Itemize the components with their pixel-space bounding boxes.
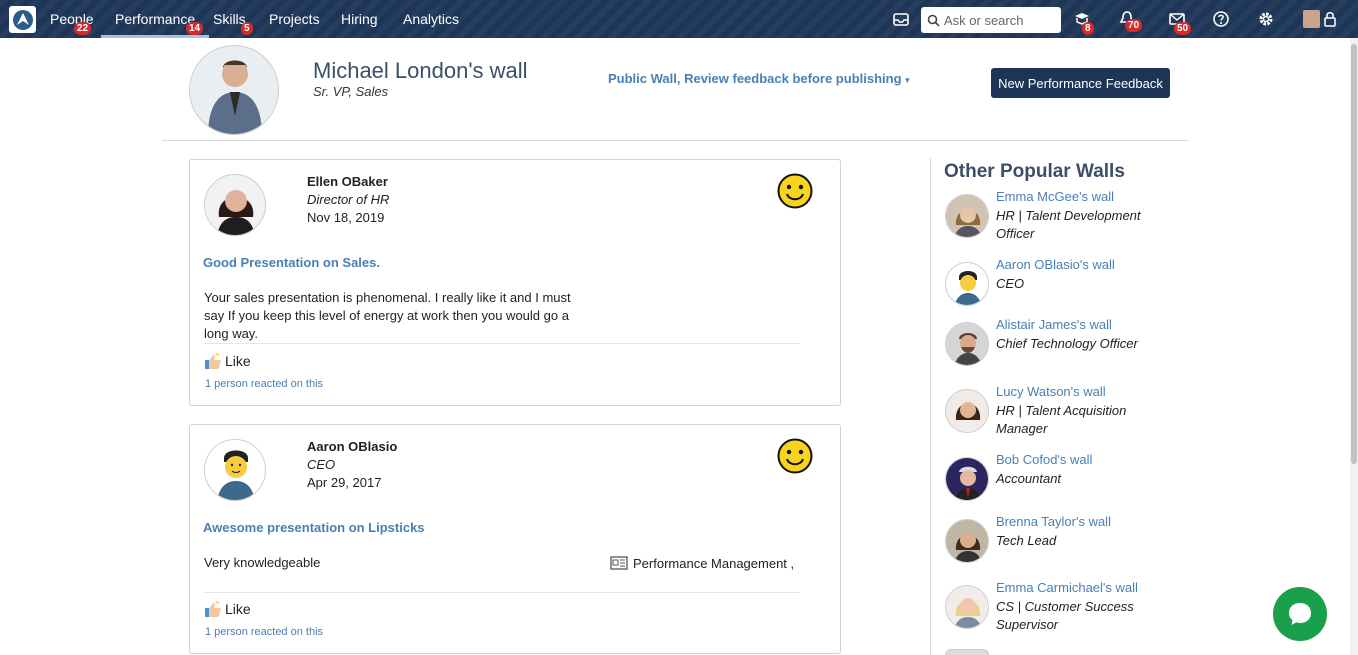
nav-hiring[interactable]: Hiring bbox=[341, 0, 378, 38]
wall-avatar bbox=[945, 519, 989, 563]
sidebar-title: Other Popular Walls bbox=[944, 161, 1125, 182]
inbox-icon[interactable] bbox=[892, 10, 910, 28]
wall-avatar bbox=[945, 585, 989, 629]
feedback-topic: Good Presentation on Sales. bbox=[203, 255, 380, 270]
wall-link[interactable]: Bob Cofod's wall bbox=[996, 452, 1092, 467]
wall-role: CS | Customer Success Supervisor bbox=[996, 599, 1134, 632]
reactions-link[interactable]: 1 person reacted on this bbox=[205, 378, 323, 390]
feedback-body: Very knowledgeable bbox=[204, 555, 321, 570]
wall-avatar bbox=[945, 322, 989, 366]
search-icon bbox=[927, 14, 940, 27]
nav-skills[interactable]: Skills bbox=[213, 0, 246, 38]
search-input[interactable] bbox=[944, 12, 1056, 28]
wall-link[interactable]: Lucy Watson's wall bbox=[996, 384, 1106, 399]
smiley-icon bbox=[777, 173, 813, 209]
caret-down-icon: ▾ bbox=[905, 75, 910, 85]
feedback-date: Apr 29, 2017 bbox=[307, 475, 382, 490]
gear-icon[interactable] bbox=[1257, 10, 1275, 28]
wall-role: Accountant bbox=[996, 471, 1062, 486]
wall-avatar bbox=[945, 262, 989, 306]
smiley-icon bbox=[777, 438, 813, 474]
wall-link[interactable]: Aaron OBlasio's wall bbox=[996, 257, 1115, 272]
wall-role: HR | Talent Development Officer bbox=[996, 208, 1141, 241]
divider bbox=[204, 343, 800, 344]
thumbs-up-icon bbox=[205, 352, 221, 369]
help-icon[interactable] bbox=[1212, 10, 1230, 28]
wall-role: CEO bbox=[996, 276, 1025, 291]
wall-link[interactable]: Brenna Taylor's wall bbox=[996, 514, 1111, 529]
author-avatar bbox=[204, 174, 266, 236]
scrollbar-thumb[interactable] bbox=[1351, 44, 1357, 464]
feedback-card: Ellen OBaker Director of HR Nov 18, 2019… bbox=[189, 159, 841, 406]
notifications-badge: 70 bbox=[1125, 19, 1143, 32]
learning-badge: 8 bbox=[1082, 22, 1094, 35]
profile-avatar bbox=[189, 45, 279, 135]
new-feedback-button[interactable]: New Performance Feedback bbox=[991, 68, 1170, 98]
people-badge: 22 bbox=[74, 22, 92, 35]
top-nav: People 22 Performance 14 Skills 5 Projec… bbox=[0, 0, 1358, 38]
wall-title: Michael London's wall bbox=[313, 58, 528, 83]
like-button[interactable]: Like bbox=[204, 352, 251, 370]
like-button[interactable]: Like bbox=[204, 600, 251, 618]
author-role: CEO bbox=[307, 457, 336, 472]
nav-analytics[interactable]: Analytics bbox=[403, 0, 459, 38]
like-label: Like bbox=[225, 601, 251, 617]
wall-link[interactable]: Emma Carmichael's wall bbox=[996, 580, 1138, 595]
wall-link[interactable]: Emma McGee's wall bbox=[996, 189, 1114, 204]
divider bbox=[204, 592, 800, 593]
feedback-card: Aaron OBlasio CEO Apr 29, 2017 Awesome p… bbox=[189, 424, 841, 654]
feedback-topic: Awesome presentation on Lipsticks bbox=[203, 520, 425, 535]
nav-projects[interactable]: Projects bbox=[269, 0, 320, 38]
wall-avatar bbox=[945, 389, 989, 433]
search-box[interactable] bbox=[921, 7, 1061, 33]
skill-tag: Performance Management , bbox=[610, 555, 794, 571]
author-name: Aaron OBlasio bbox=[307, 439, 398, 454]
divider bbox=[162, 140, 1188, 141]
like-label: Like bbox=[225, 353, 251, 369]
chat-bubble-icon bbox=[1289, 603, 1311, 625]
messages-badge: 50 bbox=[1174, 22, 1192, 35]
wall-visibility-dropdown[interactable]: Public Wall, Review feedback before publ… bbox=[608, 71, 910, 86]
reactions-link[interactable]: 1 person reacted on this bbox=[205, 626, 323, 638]
feedback-date: Nov 18, 2019 bbox=[307, 210, 385, 225]
wall-role: HR | Talent Acquisition Manager bbox=[996, 403, 1127, 436]
sidebar-divider bbox=[930, 158, 931, 655]
wall-role: Tech Lead bbox=[996, 533, 1057, 548]
lock-icon[interactable] bbox=[1323, 10, 1337, 28]
author-role: Director of HR bbox=[307, 192, 390, 207]
chat-button[interactable] bbox=[1273, 587, 1327, 641]
wall-role: Chief Technology Officer bbox=[996, 336, 1138, 351]
wall-avatar bbox=[945, 194, 989, 238]
author-avatar bbox=[204, 439, 266, 501]
skill-card-icon bbox=[610, 556, 628, 570]
performance-badge: 14 bbox=[186, 22, 204, 35]
app-logo[interactable] bbox=[9, 6, 36, 33]
wall-avatar bbox=[945, 649, 989, 655]
wall-subtitle: Sr. VP, Sales bbox=[313, 84, 389, 99]
feedback-body: Your sales presentation is phenomenal. I… bbox=[204, 290, 571, 341]
wall-avatar bbox=[945, 457, 989, 501]
wall-link[interactable]: Alistair James's wall bbox=[996, 317, 1112, 332]
author-name: Ellen OBaker bbox=[307, 174, 388, 189]
skill-label: Performance Management , bbox=[633, 555, 795, 571]
skills-badge: 5 bbox=[241, 22, 253, 35]
thumbs-up-icon bbox=[205, 600, 221, 617]
user-avatar[interactable] bbox=[1303, 10, 1320, 28]
